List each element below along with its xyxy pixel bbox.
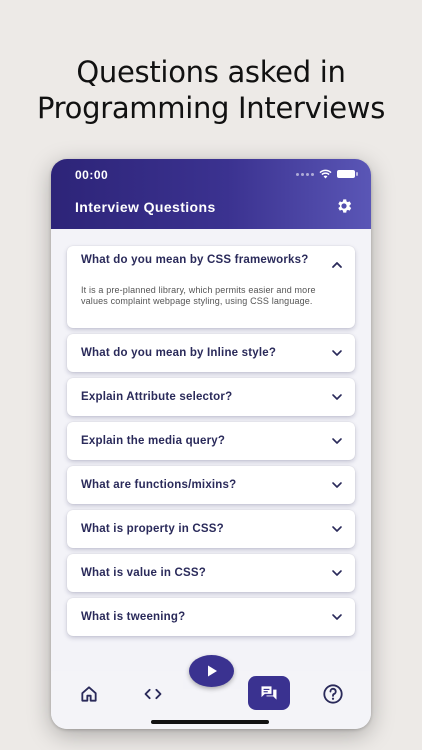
chevron-down-icon[interactable]: [331, 347, 343, 359]
question-card[interactable]: What is property in CSS?: [67, 510, 355, 548]
chevron-down-icon[interactable]: [331, 611, 343, 623]
home-indicator: [151, 720, 269, 724]
app-title: Interview Questions: [75, 199, 216, 215]
question-card[interactable]: Explain Attribute selector?: [67, 378, 355, 416]
promo-headline: Questions asked in Programming Interview…: [0, 54, 422, 126]
phone-screen: 00:00 Interview Questions What do you me…: [51, 159, 371, 729]
app-bar: 00:00 Interview Questions: [51, 159, 371, 229]
code-icon: [144, 688, 162, 700]
question-list: What do you mean by CSS frameworks? It i…: [67, 246, 355, 642]
status-icons: [296, 169, 358, 179]
chevron-down-icon[interactable]: [331, 567, 343, 579]
question-card[interactable]: What do you mean by Inline style?: [67, 334, 355, 372]
signal-icon: [296, 172, 314, 176]
chevron-down-icon[interactable]: [331, 479, 343, 491]
promo-headline-line1: Questions asked in: [76, 55, 346, 89]
question-text: What do you mean by CSS frameworks?: [81, 254, 309, 266]
chevron-up-icon[interactable]: [331, 259, 343, 271]
question-card[interactable]: What is value in CSS?: [67, 554, 355, 592]
question-card[interactable]: What is tweening?: [67, 598, 355, 636]
question-text: What is value in CSS?: [81, 567, 206, 579]
help-icon: [323, 684, 343, 704]
nav-help[interactable]: [322, 683, 344, 705]
answer-text: It is a pre-planned library, which permi…: [81, 285, 316, 306]
question-text: What do you mean by Inline style?: [81, 347, 277, 359]
question-card[interactable]: Explain the media query?: [67, 422, 355, 460]
question-text: What is property in CSS?: [81, 523, 224, 535]
question-text: What are functions/mixins?: [81, 479, 237, 491]
chevron-down-icon[interactable]: [331, 391, 343, 403]
question-text: Explain the media query?: [81, 435, 226, 447]
battery-icon: [337, 170, 358, 178]
question-text: What is tweening?: [81, 611, 186, 623]
wifi-icon: [319, 169, 332, 179]
status-time: 00:00: [75, 168, 109, 182]
nav-chat[interactable]: [248, 676, 290, 710]
home-icon: [81, 686, 97, 702]
question-card[interactable]: What are functions/mixins?: [67, 466, 355, 504]
chevron-down-icon[interactable]: [331, 435, 343, 447]
play-button[interactable]: [189, 655, 234, 687]
chat-icon: [261, 686, 277, 700]
nav-code[interactable]: [142, 683, 164, 705]
promo-headline-line2: Programming Interviews: [36, 91, 386, 125]
question-text: Explain Attribute selector?: [81, 391, 233, 403]
chevron-down-icon[interactable]: [331, 523, 343, 535]
question-card[interactable]: What do you mean by CSS frameworks? It i…: [67, 246, 355, 328]
gear-icon[interactable]: [335, 197, 353, 215]
play-icon: [207, 665, 217, 677]
nav-home[interactable]: [78, 683, 100, 705]
